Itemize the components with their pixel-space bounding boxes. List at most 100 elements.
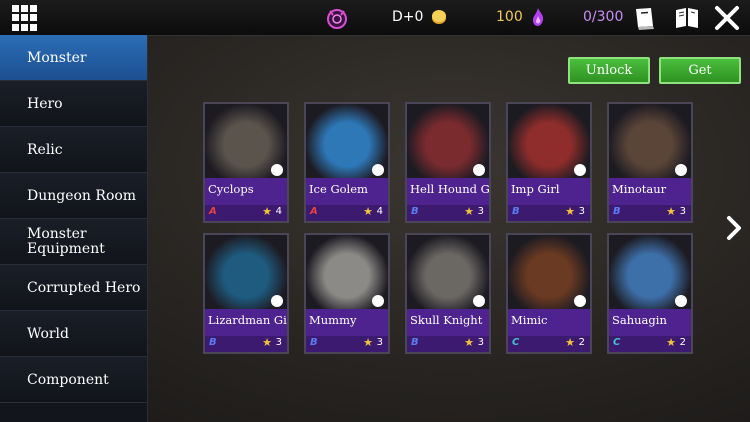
rank-badge: B (209, 337, 217, 348)
monster-name: Cyclops (205, 178, 287, 205)
monster-name: Minotaur (609, 178, 691, 205)
rank-badge: B (411, 337, 419, 348)
rank-badge: B (411, 206, 419, 217)
star-icon: ★ (363, 205, 373, 218)
sidebar-item-world[interactable]: World (0, 311, 147, 357)
sidebar-item-monster-equipment[interactable]: Monster Equipment (0, 219, 147, 265)
attribute-icon (271, 295, 283, 307)
attribute-icon (675, 164, 687, 176)
monster-card[interactable]: Minotaur B ★ 3 (607, 102, 693, 223)
monster-card[interactable]: Lizardman Girl B ★ 3 (203, 233, 289, 354)
sidebar-item-label: Component (27, 371, 109, 388)
monster-portrait (407, 104, 489, 178)
grid-menu-icon[interactable] (12, 5, 38, 31)
rank-badge: C (512, 337, 520, 348)
sidebar-item-label: Hero (27, 95, 63, 112)
card-footer: B ★ 3 (508, 205, 590, 221)
attribute-icon (675, 295, 687, 307)
monster-card[interactable]: Mimic C ★ 2 (506, 233, 592, 354)
attribute-icon (372, 295, 384, 307)
star-icon: ★ (565, 336, 575, 349)
close-icon[interactable] (714, 5, 740, 31)
star-icon: ★ (464, 205, 474, 218)
attribute-icon (372, 164, 384, 176)
sidebar-item-dungeon-room[interactable]: Dungeon Room (0, 173, 147, 219)
monster-name: Hell Hound Girl (407, 178, 489, 205)
star-icon: ★ (363, 336, 373, 349)
sidebar-item-label: Relic (27, 141, 63, 158)
star-icon: ★ (262, 336, 272, 349)
monster-card[interactable]: Ice Golem A ★ 4 (304, 102, 390, 223)
attribute-icon (473, 164, 485, 176)
sidebar-item-label: Dungeon Room (27, 187, 137, 204)
card-footer: C ★ 2 (609, 336, 691, 352)
get-button[interactable]: Get (659, 57, 741, 84)
monster-portrait (306, 104, 388, 178)
star-level: 2 (578, 337, 585, 348)
monster-card[interactable]: Cyclops A ★ 4 (203, 102, 289, 223)
sidebar-item-label: Monster Equipment (27, 225, 105, 257)
monster-portrait (407, 235, 489, 309)
rank-badge: C (613, 337, 621, 348)
rank-badge: A (209, 206, 217, 217)
star-level: 4 (275, 206, 282, 217)
card-footer: B ★ 3 (609, 205, 691, 221)
monster-card[interactable]: Skull Knight B ★ 3 (405, 233, 491, 354)
star-icon: ★ (565, 205, 575, 218)
monster-portrait (609, 104, 691, 178)
top-bar: D+0 100 0/300 (0, 0, 750, 36)
demon-clock-icon[interactable] (324, 5, 350, 31)
sidebar-item-label: Corrupted Hero (27, 279, 141, 296)
monster-portrait (508, 104, 590, 178)
card-footer: A ★ 4 (306, 205, 388, 221)
monster-portrait (205, 104, 287, 178)
sidebar-item-label: Monster (27, 49, 87, 66)
monster-card[interactable]: Hell Hound GirlB ★3 (405, 102, 491, 223)
category-sidebar: Monster Hero Relic Dungeon Room Monster … (0, 35, 148, 422)
attribute-icon (574, 295, 586, 307)
monster-portrait (609, 235, 691, 309)
star-level: 3 (275, 337, 282, 348)
sidebar-item-monster[interactable]: Monster (0, 35, 147, 81)
attribute-icon (473, 295, 485, 307)
sidebar-item-component[interactable]: Component (0, 357, 147, 403)
card-footer: B ★ 3 (205, 336, 287, 352)
star-level: 3 (477, 337, 484, 348)
open-book-icon[interactable] (673, 5, 701, 31)
rank-badge: B (310, 337, 318, 348)
star-level: 3 (679, 206, 686, 217)
monster-capacity: 0/300 (583, 9, 624, 25)
monster-name: Mummy (306, 309, 388, 336)
star-level: 3 (376, 337, 383, 348)
coin-icon (432, 10, 446, 24)
star-icon: ★ (262, 205, 272, 218)
attribute-icon (271, 164, 283, 176)
unlock-button[interactable]: Unlock (568, 57, 650, 84)
book-icon[interactable] (632, 5, 658, 31)
attribute-icon (574, 164, 586, 176)
monster-portrait (306, 235, 388, 309)
sidebar-item-relic[interactable]: Relic (0, 127, 147, 173)
day-counter: D+0 (392, 9, 424, 25)
card-footer: A ★ 4 (205, 205, 287, 221)
rank-badge: B (613, 206, 621, 217)
star-level: 4 (376, 206, 383, 217)
chevron-right-icon[interactable] (725, 215, 743, 241)
star-level: 3 (477, 206, 484, 217)
rank-badge: B (512, 206, 520, 217)
sidebar-item-hero[interactable]: Hero (0, 81, 147, 127)
monster-card[interactable]: Mummy B ★ 3 (304, 233, 390, 354)
star-icon: ★ (666, 336, 676, 349)
monster-name: Lizardman Girl (205, 309, 287, 336)
sidebar-item-label: World (27, 325, 69, 342)
card-footer: B ★ 3 (407, 336, 489, 352)
monster-name: Skull Knight (407, 309, 489, 336)
monster-card-grid: CyclopsA★4Ice GolemA★4Hell Hound GirlB★3… (203, 102, 695, 355)
monster-card[interactable]: Imp Girl B ★ 3 (506, 102, 592, 223)
monster-card[interactable]: Sahuagin C ★ 2 (607, 233, 693, 354)
rank-badge: A (310, 206, 318, 217)
monster-portrait (205, 235, 287, 309)
monster-name: Ice Golem (306, 178, 388, 205)
sidebar-item-corrupted-hero[interactable]: Corrupted Hero (0, 265, 147, 311)
star-icon: ★ (666, 205, 676, 218)
